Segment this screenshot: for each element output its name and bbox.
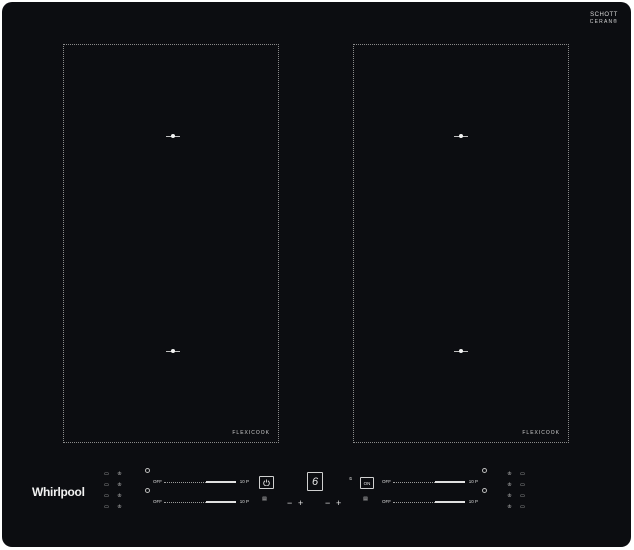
function-icon[interactable]: ▭ bbox=[103, 494, 110, 499]
on-button[interactable]: ON bbox=[360, 477, 374, 489]
cooktop-glass: SCHOTT CERAN® FLEXICOOK FLEXICOOK Whirlp… bbox=[2, 2, 631, 547]
timer-plus-left[interactable]: + bbox=[298, 499, 303, 508]
function-icon[interactable]: ♔ bbox=[506, 494, 513, 499]
power-slider-right-bottom[interactable]: OFF 10 P bbox=[382, 498, 478, 506]
indicator-dot bbox=[482, 488, 487, 493]
function-icon[interactable]: ♔ bbox=[116, 505, 123, 510]
power-slider-left-top[interactable]: OFF 10 P bbox=[153, 478, 249, 486]
function-icon[interactable]: ♔ bbox=[506, 505, 513, 510]
sixth-sense-button[interactable]: 6 bbox=[307, 472, 323, 491]
timer-minus-left[interactable]: − bbox=[287, 499, 292, 508]
schott-ceran-logo: SCHOTT CERAN® bbox=[589, 12, 619, 25]
function-icon[interactable]: ▭ bbox=[103, 472, 110, 477]
function-icon[interactable]: ♔ bbox=[116, 494, 123, 499]
function-icon[interactable]: ▭ bbox=[519, 494, 526, 499]
pause-icon[interactable]: ▤ bbox=[362, 497, 369, 502]
indicator-dot bbox=[482, 468, 487, 473]
timer-minus-right[interactable]: − bbox=[325, 499, 330, 508]
zone-marker-left-bottom bbox=[166, 349, 180, 353]
zone-label-right: FLEXICOOK bbox=[522, 430, 560, 436]
flexicook-zone-right[interactable]: FLEXICOOK bbox=[353, 44, 569, 443]
function-icon[interactable]: ▭ bbox=[519, 483, 526, 488]
power-button[interactable] bbox=[259, 476, 274, 489]
function-icon[interactable]: ♔ bbox=[116, 483, 123, 488]
function-icon[interactable]: ▭ bbox=[103, 483, 110, 488]
function-icon[interactable]: ♔ bbox=[506, 472, 513, 477]
zone-label-left: FLEXICOOK bbox=[232, 430, 270, 436]
power-icon bbox=[263, 479, 270, 486]
function-icon[interactable]: ♔ bbox=[506, 483, 513, 488]
whirlpool-logo: Whirlpool bbox=[32, 485, 85, 499]
function-icon[interactable]: ♔ bbox=[116, 472, 123, 477]
zone-marker-right-bottom bbox=[454, 349, 468, 353]
lock-icon[interactable]: ▤ bbox=[261, 497, 268, 502]
indicator-dot bbox=[145, 488, 150, 493]
timer-icon: ⏲ bbox=[349, 476, 353, 481]
zone-marker-left-top bbox=[166, 134, 180, 138]
timer-plus-right[interactable]: + bbox=[336, 499, 341, 508]
indicator-dot bbox=[145, 468, 150, 473]
function-icon[interactable]: ▭ bbox=[519, 505, 526, 510]
flexicook-zone-left[interactable]: FLEXICOOK bbox=[63, 44, 279, 443]
zone-marker-right-top bbox=[454, 134, 468, 138]
function-icon[interactable]: ▭ bbox=[519, 472, 526, 477]
power-slider-right-top[interactable]: OFF 10 P bbox=[382, 478, 478, 486]
power-slider-left-bottom[interactable]: OFF 10 P bbox=[153, 498, 249, 506]
function-icon[interactable]: ▭ bbox=[103, 505, 110, 510]
